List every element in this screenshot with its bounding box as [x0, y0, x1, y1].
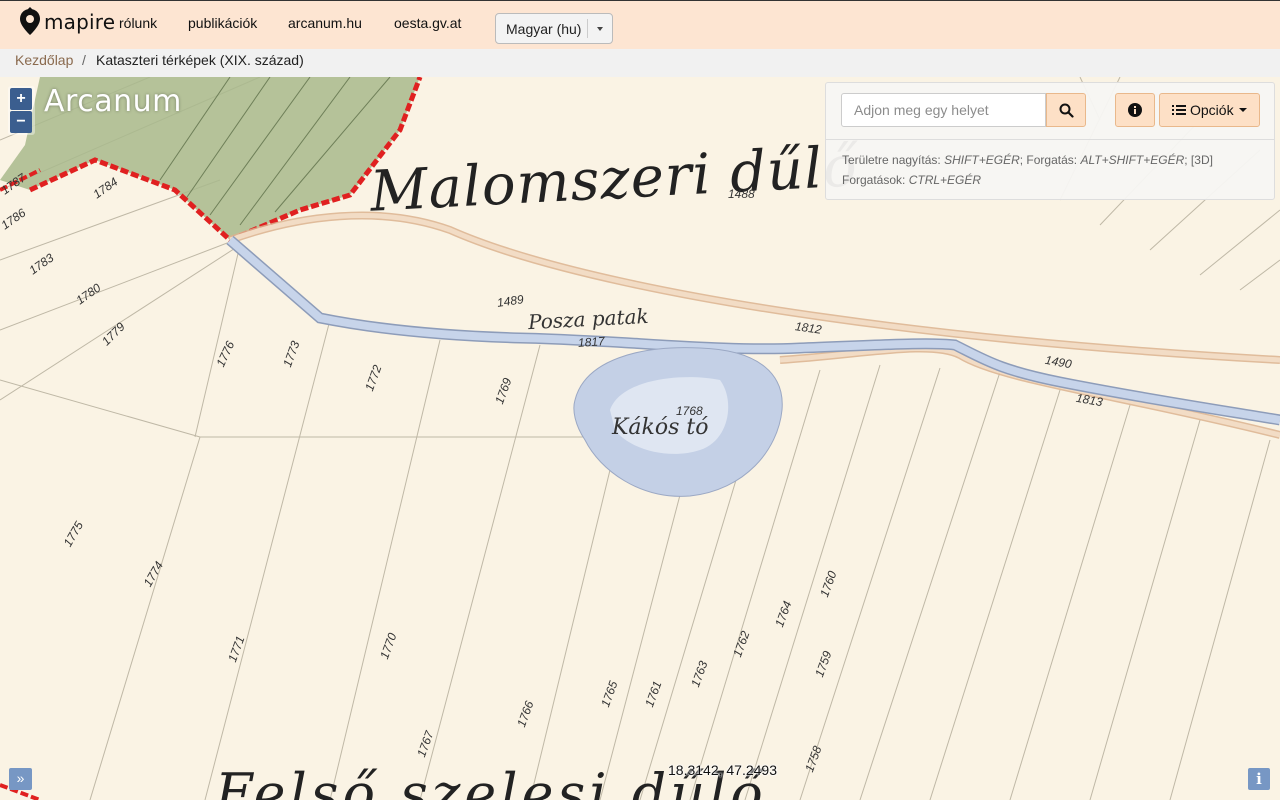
map-control-panel: Opciók Területre nagyítás: SHIFT+EGÉR; F… [825, 82, 1275, 200]
list-icon [1172, 105, 1186, 115]
zoom-out-button[interactable]: − [10, 111, 32, 133]
attribution-info-button[interactable]: i [1248, 768, 1270, 790]
info-icon [1128, 103, 1142, 117]
breadcrumb: Kezdőlap / Kataszteri térképek (XIX. szá… [0, 49, 1280, 77]
info-button[interactable] [1115, 93, 1155, 127]
arcanum-logo: Arcanum [44, 84, 182, 119]
expand-panel-button[interactable]: » [9, 768, 32, 790]
chevron-down-icon [597, 27, 603, 31]
top-navbar: mapire rólunk publikációk arcanum.hu oes… [0, 0, 1280, 49]
cursor-coordinates: 18.3142, 47.2493 [668, 762, 777, 778]
search-button[interactable] [1046, 93, 1086, 127]
zoom-in-button[interactable]: + [10, 88, 32, 110]
breadcrumb-separator: / [82, 52, 86, 68]
map-pin-icon [20, 7, 40, 35]
language-label: Magyar (hu) [506, 20, 582, 37]
place-search-input[interactable] [841, 93, 1046, 127]
hint-rotations: Forgatások: CTRL+EGÉR [842, 173, 982, 187]
divider [826, 139, 1274, 140]
divider [587, 19, 588, 38]
parcel-number: 1768 [676, 404, 703, 418]
hint-zoom-rotate: Területre nagyítás: SHIFT+EGÉR; Forgatás… [842, 153, 1213, 167]
options-label: Opciók [1190, 102, 1234, 118]
parcel-number: 1817 [577, 334, 606, 350]
nav-link-about[interactable]: rólunk [119, 15, 157, 31]
nav-link-arcanum[interactable]: arcanum.hu [288, 15, 362, 31]
breadcrumb-home[interactable]: Kezdőlap [15, 52, 73, 68]
brand-logo[interactable]: mapire [19, 6, 115, 38]
parcel-number: 1488 [728, 187, 755, 201]
options-dropdown-button[interactable]: Opciók [1159, 93, 1260, 127]
map-label-pond: Kákós tó [612, 415, 709, 440]
nav-link-oesta[interactable]: oesta.gv.at [394, 15, 461, 31]
zoom-control: + − [8, 86, 35, 135]
breadcrumb-current: Kataszteri térképek (XIX. század) [96, 52, 304, 68]
caret-down-icon [1238, 108, 1247, 112]
search-icon [1059, 103, 1074, 118]
brand-name: mapire [44, 10, 116, 34]
nav-link-publications[interactable]: publikációk [188, 15, 257, 31]
language-select[interactable]: Magyar (hu) [495, 13, 613, 44]
